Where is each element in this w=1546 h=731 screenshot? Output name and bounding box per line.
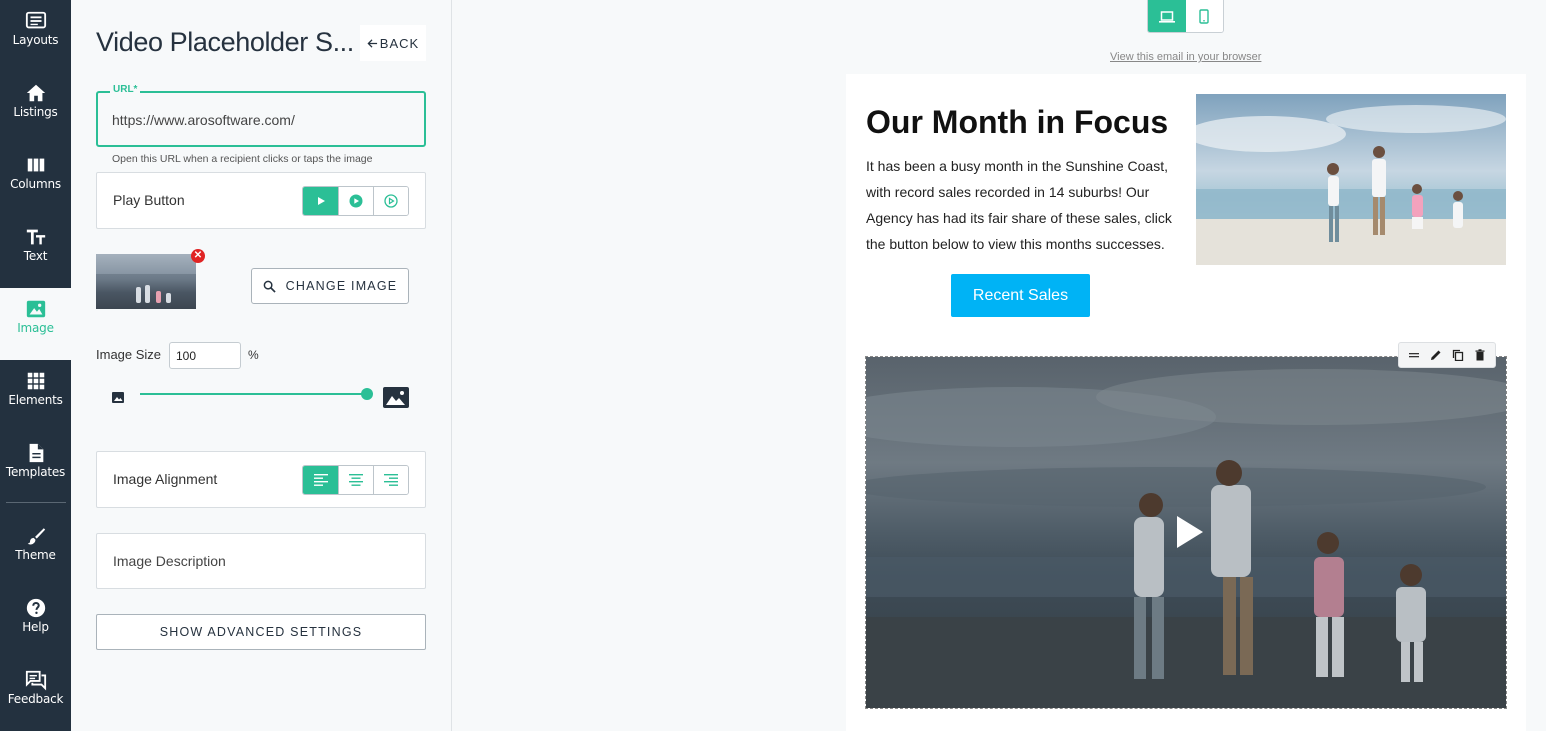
nav-label: Templates (5, 465, 66, 479)
change-image-label: CHANGE IMAGE (285, 279, 398, 293)
nav-item-image[interactable]: Image (0, 288, 71, 360)
image-icon (26, 300, 45, 318)
nav-item-listings[interactable]: Listings (0, 72, 71, 144)
play-circle-filled-icon (349, 194, 363, 208)
align-right-icon (384, 474, 398, 486)
play-style-circle-outline-button[interactable] (373, 187, 408, 215)
nav-item-help[interactable]: Help (0, 587, 71, 659)
recent-sales-button[interactable]: Recent Sales (951, 274, 1090, 317)
view-in-browser-link[interactable]: View this email in your browser (1110, 51, 1261, 63)
nav-label: Listings (13, 105, 58, 119)
change-image-button[interactable]: CHANGE IMAGE (251, 268, 409, 304)
play-triangle-icon (317, 197, 325, 205)
search-icon (263, 280, 276, 293)
block-toolbar (1398, 342, 1496, 368)
left-nav: Layouts Listings Columns Text Image Elem… (0, 0, 71, 731)
nav-item-elements[interactable]: Elements (0, 360, 71, 432)
help-icon (26, 598, 45, 618)
advanced-settings-label: SHOW ADVANCED SETTINGS (159, 625, 363, 639)
email-body-text[interactable]: It has been a busy month in the Sunshine… (866, 153, 1181, 257)
desktop-view-button[interactable] (1148, 0, 1186, 32)
image-size-slider-track[interactable] (140, 393, 366, 395)
nav-label: Image (17, 321, 54, 335)
nav-label: Theme (15, 548, 56, 562)
panel-title: Video Placeholder S... (96, 27, 354, 57)
url-helper-text: Open this URL when a recipient clicks or… (112, 153, 373, 165)
nav-label: Help (22, 620, 49, 634)
grid-icon (27, 372, 44, 390)
email-header-image[interactable] (1196, 94, 1506, 265)
arrow-left-icon (367, 38, 377, 48)
nav-item-templates[interactable]: Templates (0, 432, 71, 504)
align-center-button[interactable] (338, 466, 373, 494)
image-alignment-selector (302, 465, 409, 495)
feedback-icon (25, 670, 46, 691)
play-style-triangle-button[interactable] (303, 187, 338, 215)
image-description-label: Image Description (113, 553, 226, 569)
columns-icon (27, 158, 44, 172)
nav-divider (6, 502, 66, 503)
nav-label: Feedback (7, 692, 64, 706)
nav-item-layouts[interactable]: Layouts (0, 0, 71, 72)
play-style-circle-filled-button[interactable] (338, 187, 373, 215)
nav-label: Layouts (12, 33, 59, 47)
laptop-icon (1158, 10, 1175, 23)
align-left-button[interactable] (303, 466, 338, 494)
home-icon (26, 84, 45, 102)
beach-family-photo (1196, 94, 1506, 265)
image-description-field[interactable]: Image Description (96, 533, 426, 589)
url-field[interactable]: URL* https://www.arosoftware.com/ (96, 84, 426, 147)
duplicate-icon[interactable] (1452, 349, 1464, 361)
edit-icon[interactable] (1430, 349, 1442, 361)
image-large-icon (383, 387, 409, 408)
align-left-icon (313, 474, 328, 486)
drag-handle-icon[interactable] (1408, 350, 1420, 360)
back-label: BACK (379, 35, 420, 51)
email-heading[interactable]: Our Month in Focus (866, 104, 1168, 141)
image-small-icon (112, 392, 124, 403)
image-alignment-label: Image Alignment (113, 471, 218, 487)
delete-icon[interactable] (1474, 349, 1486, 361)
document-icon (29, 443, 43, 463)
play-button-card: Play Button (96, 172, 426, 229)
image-size-unit: % (248, 348, 259, 362)
align-center-icon (349, 474, 363, 486)
remove-image-button[interactable]: ✕ (191, 249, 205, 263)
nav-item-text[interactable]: Text (0, 216, 71, 288)
play-circle-outline-icon (384, 194, 398, 208)
nav-label: Columns (10, 177, 61, 191)
nav-label: Elements (8, 393, 63, 407)
play-button-label: Play Button (113, 192, 185, 208)
back-button[interactable]: BACK (360, 25, 426, 61)
brush-icon (27, 528, 45, 545)
nav-item-columns[interactable]: Columns (0, 144, 71, 216)
image-size-input[interactable]: 100 (169, 342, 241, 369)
mobile-view-button[interactable] (1185, 0, 1223, 32)
video-placeholder-block[interactable] (865, 356, 1507, 709)
play-button-style-selector (302, 186, 409, 216)
phone-icon (1199, 9, 1209, 24)
nav-item-theme[interactable]: Theme (0, 515, 71, 587)
email-preview: Our Month in Focus It has been a busy mo… (846, 74, 1526, 731)
text-icon (26, 229, 45, 245)
image-size-label: Image Size (96, 347, 162, 362)
layouts-icon (25, 11, 46, 29)
image-thumbnail (96, 254, 196, 309)
nav-item-feedback[interactable]: Feedback (0, 659, 71, 731)
device-toggle (1147, 0, 1224, 33)
url-value[interactable]: https://www.arosoftware.com/ (112, 112, 295, 128)
video-thumbnail (866, 357, 1506, 708)
show-advanced-settings-button[interactable]: SHOW ADVANCED SETTINGS (96, 614, 426, 650)
image-alignment-card: Image Alignment (96, 451, 426, 508)
align-right-button[interactable] (373, 466, 408, 494)
settings-panel: Video Placeholder S... BACK URL* https:/… (71, 0, 452, 731)
url-label: URL* (110, 84, 141, 95)
image-size-slider-handle[interactable] (361, 388, 373, 400)
nav-label: Text (23, 249, 48, 263)
